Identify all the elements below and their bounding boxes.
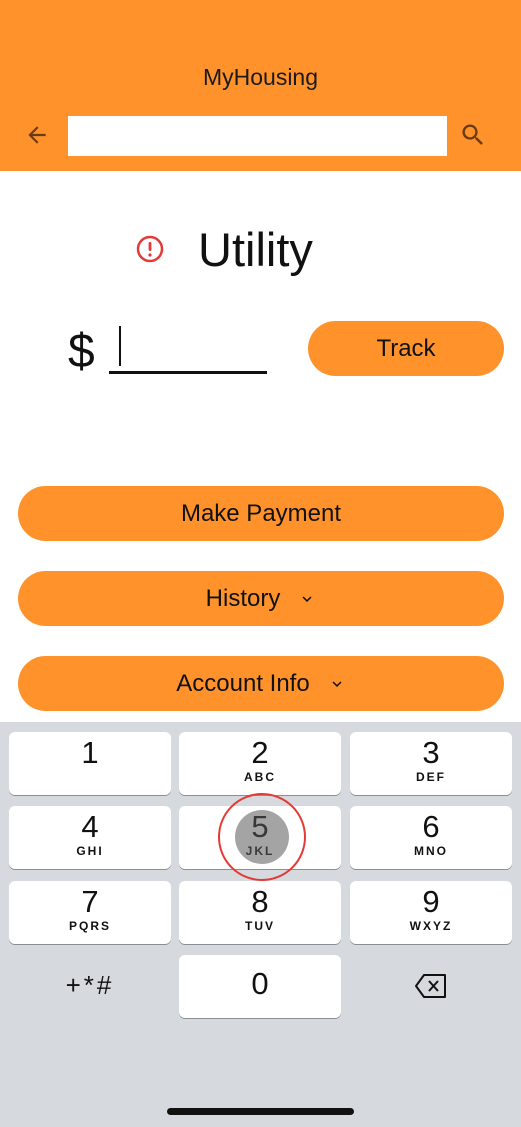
make-payment-button[interactable]: Make Payment <box>18 486 504 541</box>
key-6[interactable]: 6 MNO <box>350 806 512 869</box>
currency-symbol: $ <box>68 325 95 378</box>
key-digit: 0 <box>251 966 269 1001</box>
key-2[interactable]: 2 ABC <box>179 732 341 795</box>
key-letters: TUV <box>245 919 275 933</box>
app-title: MyHousing <box>202 64 319 90</box>
key-letters: MNO <box>414 844 448 858</box>
key-digit: 7 <box>81 884 99 919</box>
track-button[interactable]: Track <box>308 321 504 376</box>
account-info-button[interactable]: Account Info <box>18 656 504 711</box>
account-info-label: Account Info <box>176 669 310 697</box>
search-input[interactable] <box>68 116 447 156</box>
history-label: History <box>205 584 281 612</box>
key-0[interactable]: 0 <box>179 955 341 1018</box>
arrow-left-icon <box>28 126 46 144</box>
key-digit: 9 <box>422 884 440 919</box>
app-bar: MyHousing <box>0 0 521 171</box>
make-payment-label: Make Payment <box>180 499 342 527</box>
key-9[interactable]: 9 WXYZ <box>350 881 512 944</box>
text-caret <box>119 326 121 366</box>
key-letters: DEF <box>416 770 446 784</box>
key-digit: 6 <box>422 809 440 844</box>
key-4[interactable]: 4 GHI <box>9 806 171 869</box>
home-indicator[interactable] <box>167 1108 354 1115</box>
key-3[interactable]: 3 DEF <box>350 732 512 795</box>
key-digit: 3 <box>422 735 440 770</box>
symbols-label: +*# <box>65 970 115 1000</box>
heading-row: Utility <box>0 218 521 282</box>
key-8[interactable]: 8 TUV <box>179 881 341 944</box>
key-letters: GHI <box>76 844 104 858</box>
key-letters: PQRS <box>68 919 111 933</box>
chevron-down-icon <box>298 590 316 608</box>
key-7[interactable]: 7 PQRS <box>9 881 171 944</box>
key-1[interactable]: 1 <box>9 732 171 795</box>
amount-input[interactable] <box>109 322 267 374</box>
key-letters: ABC <box>244 770 276 784</box>
search-button[interactable] <box>456 118 490 152</box>
track-button-label: Track <box>376 334 436 362</box>
backspace-key[interactable] <box>350 954 512 1017</box>
page-title: Utility <box>198 223 313 276</box>
key-digit: 2 <box>251 735 269 770</box>
key-digit: 8 <box>251 884 269 919</box>
key-symbols[interactable]: +*# <box>9 954 171 1017</box>
key-digit: 1 <box>81 735 99 770</box>
chevron-down-icon <box>328 675 346 693</box>
key-letters: WXYZ <box>409 919 453 933</box>
key-digit: 4 <box>81 809 99 844</box>
backspace-icon <box>415 974 446 998</box>
back-button[interactable] <box>20 118 54 152</box>
touch-highlight-ring <box>218 793 306 881</box>
alert-circle-icon <box>136 235 164 263</box>
search-icon <box>462 124 483 145</box>
history-button[interactable]: History <box>18 571 504 626</box>
